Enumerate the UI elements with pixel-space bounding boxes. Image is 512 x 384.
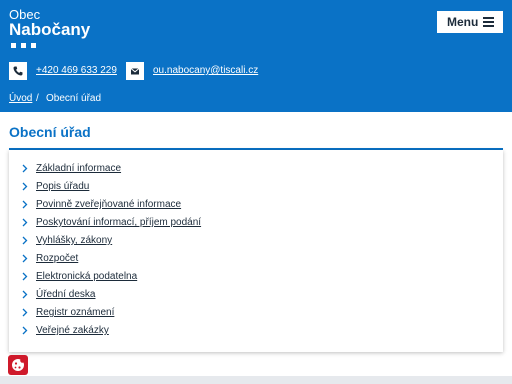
list-item[interactable]: Základní informace <box>9 160 503 178</box>
chevron-right-icon <box>22 290 28 299</box>
list-item[interactable]: Vyhlášky, zákony <box>9 232 503 250</box>
chevron-right-icon <box>22 326 28 335</box>
phone-icon <box>13 66 23 76</box>
list-item[interactable]: Povinně zveřejňované informace <box>9 196 503 214</box>
phone-icon-box <box>9 62 27 80</box>
chevron-right-icon <box>22 200 28 209</box>
footer-strip <box>0 376 512 384</box>
menu-button[interactable]: Menu <box>437 11 503 33</box>
main-content: Obecní úřad Základní informace Popis úřa… <box>0 112 512 384</box>
list-item[interactable]: Úřední deska <box>9 286 503 304</box>
chevron-right-icon <box>22 254 28 263</box>
list-item-link[interactable]: Základní informace <box>36 163 121 175</box>
breadcrumb-separator: / <box>36 93 39 104</box>
page-title: Obecní úřad <box>9 124 91 140</box>
list-item[interactable]: Rozpočet <box>9 250 503 268</box>
chevron-right-icon <box>22 218 28 227</box>
hamburger-icon <box>483 17 494 27</box>
cookie-settings-button[interactable] <box>8 355 28 375</box>
list-item[interactable]: Registr oznámení <box>9 304 503 322</box>
list-item-link[interactable]: Rozpočet <box>36 253 78 265</box>
chevron-right-icon <box>22 308 28 317</box>
list-item[interactable]: Veřejné zakázky <box>9 322 503 340</box>
cookie-icon <box>12 358 25 371</box>
list-item-link[interactable]: Vyhlášky, zákony <box>36 235 112 247</box>
brand-dots-logo <box>11 43 39 48</box>
chevron-right-icon <box>22 236 28 245</box>
breadcrumb-current: Obecní úřad <box>46 93 102 104</box>
list-item[interactable]: Elektronická podatelna <box>9 268 503 286</box>
chevron-right-icon <box>22 272 28 281</box>
list-item-link[interactable]: Registr oznámení <box>36 307 114 319</box>
list-item-link[interactable]: Veřejné zakázky <box>36 325 109 337</box>
list-item-link[interactable]: Poskytování informací, příjem podání <box>36 217 201 229</box>
list-item-link[interactable]: Popis úřadu <box>36 181 89 193</box>
chevron-right-icon <box>22 182 28 191</box>
submenu-list: Základní informace Popis úřadu Povinně z… <box>9 150 503 352</box>
list-item-link[interactable]: Úřední deska <box>36 289 95 301</box>
email-link[interactable]: ou.nabocany@tiscali.cz <box>153 65 258 77</box>
list-item[interactable]: Poskytování informací, příjem podání <box>9 214 503 232</box>
site-header: Obec Nabočany Menu +420 469 633 229 ou.n… <box>0 0 512 112</box>
list-item-link[interactable]: Elektronická podatelna <box>36 271 137 283</box>
email-icon-box <box>126 62 144 80</box>
list-item-link[interactable]: Povinně zveřejňované informace <box>36 199 181 211</box>
breadcrumb-home[interactable]: Úvod <box>9 93 32 105</box>
envelope-icon <box>130 68 140 75</box>
chevron-right-icon <box>22 164 28 173</box>
phone-link[interactable]: +420 469 633 229 <box>36 65 117 77</box>
list-item[interactable]: Popis úřadu <box>9 178 503 196</box>
menu-button-label: Menu <box>447 15 479 29</box>
brand-name[interactable]: Nabočany <box>9 20 90 40</box>
